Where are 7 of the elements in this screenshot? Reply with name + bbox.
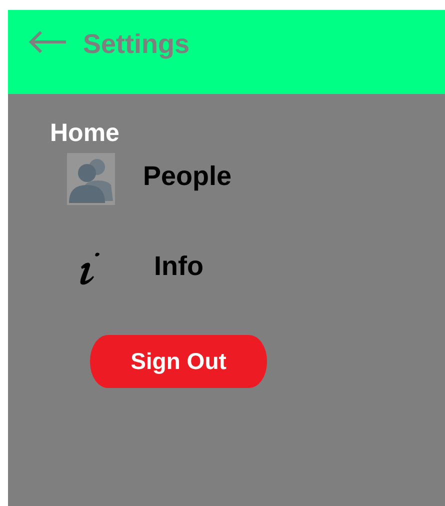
back-arrow-icon[interactable]	[28, 30, 68, 54]
menu-item[interactable]: Info	[154, 250, 204, 282]
people-icon	[67, 153, 115, 205]
sign-out-button[interactable]: Sign Out	[90, 335, 267, 388]
section-title: Home	[50, 119, 120, 148]
header-title: Settings	[83, 29, 190, 60]
menu-item[interactable]: People	[143, 160, 232, 192]
